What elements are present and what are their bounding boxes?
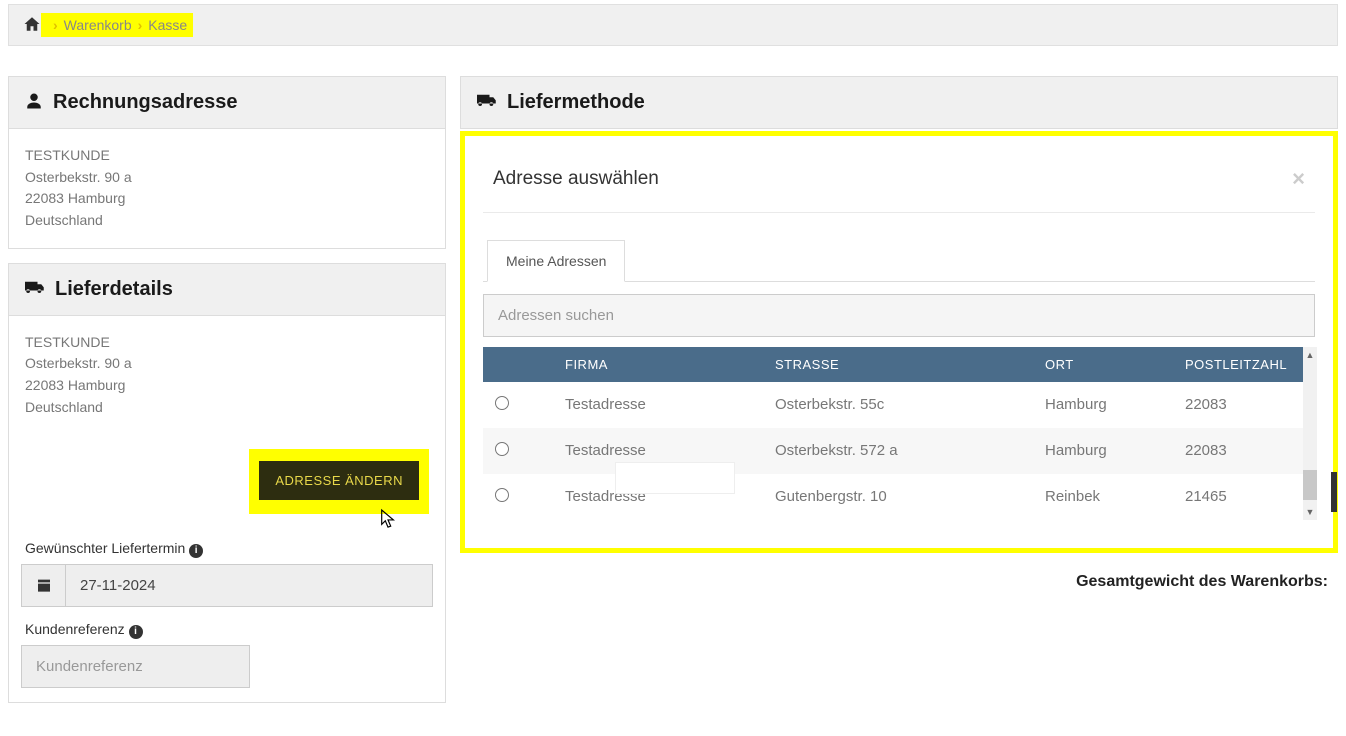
scroll-down-icon[interactable]: ▼: [1303, 504, 1317, 520]
delivery-date-input[interactable]: [65, 564, 433, 607]
delivery-street: Osterbekstr. 90 a: [25, 353, 429, 375]
delivery-details-panel: Lieferdetails TESTKUNDE Osterbekstr. 90 …: [8, 263, 446, 703]
customer-ref-input[interactable]: [21, 645, 250, 688]
customer-ref-label: Kundenreferenz i: [25, 621, 433, 639]
chevron-right-icon: ›: [53, 17, 58, 33]
side-indicator: [1331, 472, 1337, 512]
delivery-cityline: 22083 Hamburg: [25, 375, 429, 397]
info-icon[interactable]: i: [189, 544, 203, 558]
billing-street: Osterbekstr. 90 a: [25, 167, 429, 189]
breadcrumb-cart[interactable]: Warenkorb: [64, 17, 132, 33]
scroll-up-icon[interactable]: ▲: [1303, 347, 1317, 363]
delivery-method-header: Liefermethode: [460, 76, 1338, 129]
billing-title: Rechnungsadresse: [53, 91, 238, 114]
address-select-modal: Adresse auswählen × Meine Adressen FIRMA…: [460, 131, 1338, 553]
table-row[interactable]: Testadresse Gutenbergstr. 10 Reinbek 214…: [483, 474, 1315, 520]
address-search-input[interactable]: [483, 294, 1315, 337]
delivery-country: Deutschland: [25, 397, 429, 419]
col-firma: FIRMA: [553, 347, 763, 382]
redaction-strip: [615, 462, 735, 494]
home-icon[interactable]: [23, 15, 41, 36]
delivery-title: Lieferdetails: [55, 278, 173, 301]
delivery-name: TESTKUNDE: [25, 332, 429, 354]
billing-name: TESTKUNDE: [25, 145, 429, 167]
address-radio[interactable]: [495, 488, 509, 502]
modal-title: Adresse auswählen: [493, 168, 659, 190]
tab-my-addresses[interactable]: Meine Adressen: [487, 240, 625, 282]
change-address-button[interactable]: ADRESSE ÄNDERN: [259, 461, 419, 500]
billing-address-panel: Rechnungsadresse TESTKUNDE Osterbekstr. …: [8, 76, 446, 249]
col-plz: POSTLEITZAHL: [1173, 347, 1315, 382]
table-row[interactable]: Testadresse Osterbekstr. 55c Hamburg 220…: [483, 382, 1315, 428]
info-icon[interactable]: i: [129, 625, 143, 639]
billing-cityline: 22083 Hamburg: [25, 188, 429, 210]
delivery-method-title: Liefermethode: [507, 91, 645, 114]
calendar-icon[interactable]: [21, 564, 65, 607]
cart-weight-label: Gesamtgewicht des Warenkorbs:: [460, 553, 1338, 597]
close-icon[interactable]: ×: [1292, 166, 1305, 192]
breadcrumb-checkout[interactable]: Kasse: [148, 17, 187, 33]
user-icon: [25, 92, 43, 113]
scroll-thumb[interactable]: [1303, 470, 1317, 500]
billing-country: Deutschland: [25, 210, 429, 232]
address-radio[interactable]: [495, 442, 509, 456]
breadcrumb: › Warenkorb › Kasse: [8, 4, 1338, 46]
table-row[interactable]: Testadresse Osterbekstr. 572 a Hamburg 2…: [483, 428, 1315, 474]
col-ort: ORT: [1033, 347, 1173, 382]
chevron-right-icon: ›: [138, 17, 143, 33]
scrollbar[interactable]: ▲ ▼: [1303, 347, 1317, 520]
delivery-date-label: Gewünschter Liefertermin i: [25, 540, 433, 558]
truck-icon: [25, 281, 45, 298]
col-strasse: STRASSE: [763, 347, 1033, 382]
address-table: FIRMA STRASSE ORT POSTLEITZAHL Testadres…: [483, 347, 1315, 520]
truck-icon: [477, 94, 497, 111]
address-radio[interactable]: [495, 396, 509, 410]
